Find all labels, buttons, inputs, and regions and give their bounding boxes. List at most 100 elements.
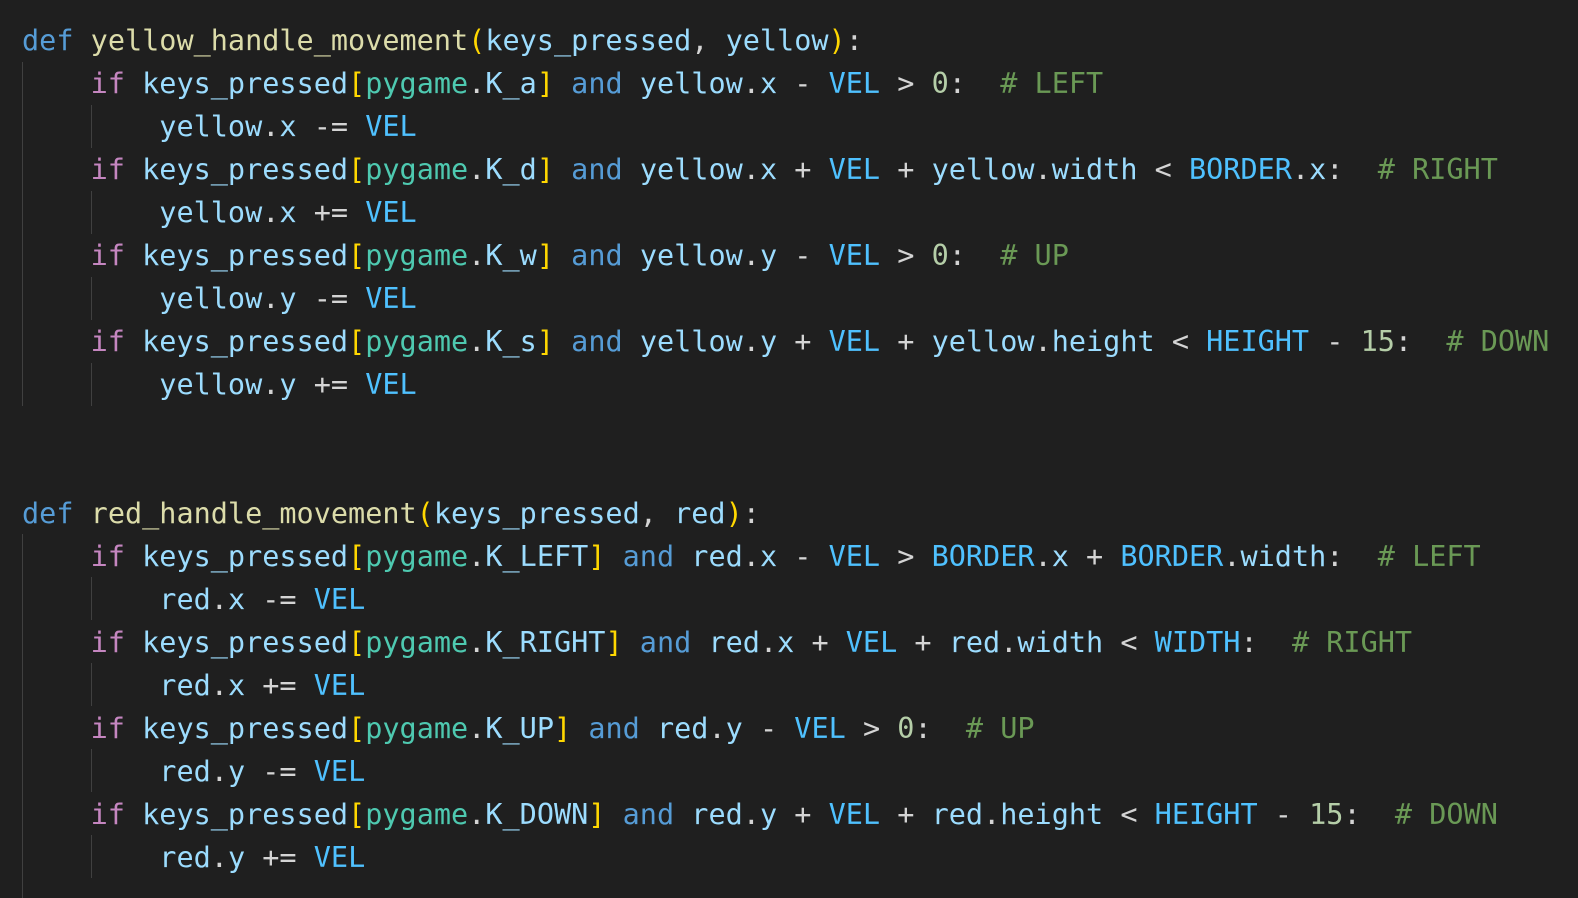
code-token: . <box>210 583 228 616</box>
code-token: if <box>90 67 125 100</box>
code-token: [ <box>348 712 366 745</box>
code-editor[interactable]: def yellow_handle_movement(keys_pressed,… <box>0 0 1578 898</box>
code-line[interactable]: yellow.y -= VEL <box>22 277 416 320</box>
code-token: y <box>227 841 246 874</box>
code-token: [ <box>348 325 366 358</box>
code-token: . <box>1034 153 1052 186</box>
code-token: yellow <box>931 153 1035 186</box>
code-token: . <box>262 282 280 315</box>
code-token: y <box>725 712 743 745</box>
code-line[interactable]: if keys_pressed[pygame.K_DOWN] and red.y… <box>22 793 1498 836</box>
code-line[interactable]: red.x -= VEL <box>22 578 365 621</box>
code-token: . <box>742 540 760 573</box>
code-token: pygame <box>365 712 469 745</box>
code-token: height <box>1000 798 1104 831</box>
code-token: red <box>159 755 211 788</box>
code-token: y <box>759 239 778 272</box>
code-token: yellow <box>639 153 743 186</box>
code-token: < <box>1103 626 1155 659</box>
code-token: if <box>90 540 125 573</box>
code-line[interactable]: red.y += VEL <box>22 836 365 879</box>
code-line[interactable]: red.y -= VEL <box>22 750 365 793</box>
code-line[interactable]: if keys_pressed[pygame.K_w] and yellow.y… <box>22 234 1069 277</box>
code-token: keys_pressed <box>142 540 349 573</box>
code-token: HEIGHT <box>1154 798 1258 831</box>
code-token: : <box>948 239 1001 272</box>
code-token: # DOWN <box>1446 325 1550 358</box>
code-token: def <box>22 24 74 57</box>
code-token: # DOWN <box>1394 798 1498 831</box>
code-token: keys_pressed <box>142 798 349 831</box>
code-token: keys_pressed <box>142 153 349 186</box>
code-line[interactable]: yellow.y += VEL <box>22 363 416 406</box>
code-token: red <box>656 712 709 745</box>
code-token: [ <box>348 798 366 831</box>
code-token: : <box>1394 325 1447 358</box>
code-token: > <box>880 67 932 100</box>
code-line[interactable]: def yellow_handle_movement(keys_pressed,… <box>22 19 863 62</box>
code-token: . <box>468 712 486 745</box>
code-line[interactable]: if keys_pressed[pygame.K_LEFT] and red.x… <box>22 535 1481 578</box>
code-token: if <box>90 239 125 272</box>
code-token: < <box>1154 325 1207 358</box>
code-line[interactable]: if keys_pressed[pygame.K_UP] and red.y -… <box>22 707 1035 750</box>
code-token: and <box>588 712 640 745</box>
code-token: += <box>245 669 314 702</box>
code-token: x <box>759 67 778 100</box>
code-token: - <box>1257 798 1310 831</box>
code-token: : <box>742 497 760 530</box>
code-token: and <box>622 540 675 573</box>
code-line[interactable]: def red_handle_movement(keys_pressed, re… <box>22 492 760 535</box>
code-token: if <box>90 325 125 358</box>
code-token: + <box>880 325 932 358</box>
code-token: . <box>468 67 486 100</box>
code-token: + <box>777 153 829 186</box>
code-line[interactable]: red.x += VEL <box>22 664 365 707</box>
code-line[interactable]: if keys_pressed[pygame.K_a] and yellow.x… <box>22 62 1104 105</box>
code-token: red_handle_movement <box>90 497 417 530</box>
code-token: ( <box>468 24 486 57</box>
code-token: + <box>1068 540 1121 573</box>
code-token: pygame <box>365 325 469 358</box>
code-token: K_LEFT <box>485 540 589 573</box>
code-token: keys_pressed <box>142 239 349 272</box>
code-token: height <box>1051 325 1155 358</box>
code-line[interactable]: if keys_pressed[pygame.K_RIGHT] and red.… <box>22 621 1412 664</box>
code-token: and <box>639 626 692 659</box>
code-token: width <box>1240 540 1327 573</box>
code-token: VEL <box>313 755 366 788</box>
code-token: K_d <box>485 153 537 186</box>
code-token: ] <box>536 325 554 358</box>
code-token: > <box>880 540 932 573</box>
code-token: VEL <box>828 325 881 358</box>
code-line[interactable]: yellow.x += VEL <box>22 191 416 234</box>
code-token: > <box>845 712 898 745</box>
code-line[interactable]: if keys_pressed[pygame.K_s] and yellow.y… <box>22 320 1550 363</box>
code-token: yellow <box>931 325 1035 358</box>
code-token: x <box>279 110 297 143</box>
code-token: x <box>227 669 246 702</box>
code-token: BORDER <box>1120 540 1224 573</box>
code-token: VEL <box>313 583 366 616</box>
code-line[interactable]: yellow.x -= VEL <box>22 105 416 148</box>
code-token: # RIGHT <box>1291 626 1413 659</box>
code-line[interactable]: if keys_pressed[pygame.K_d] and yellow.x… <box>22 148 1498 191</box>
code-token: . <box>708 712 726 745</box>
code-token: - <box>777 239 829 272</box>
code-token: BORDER <box>1188 153 1292 186</box>
code-token: ] <box>536 239 554 272</box>
code-token: . <box>742 239 760 272</box>
